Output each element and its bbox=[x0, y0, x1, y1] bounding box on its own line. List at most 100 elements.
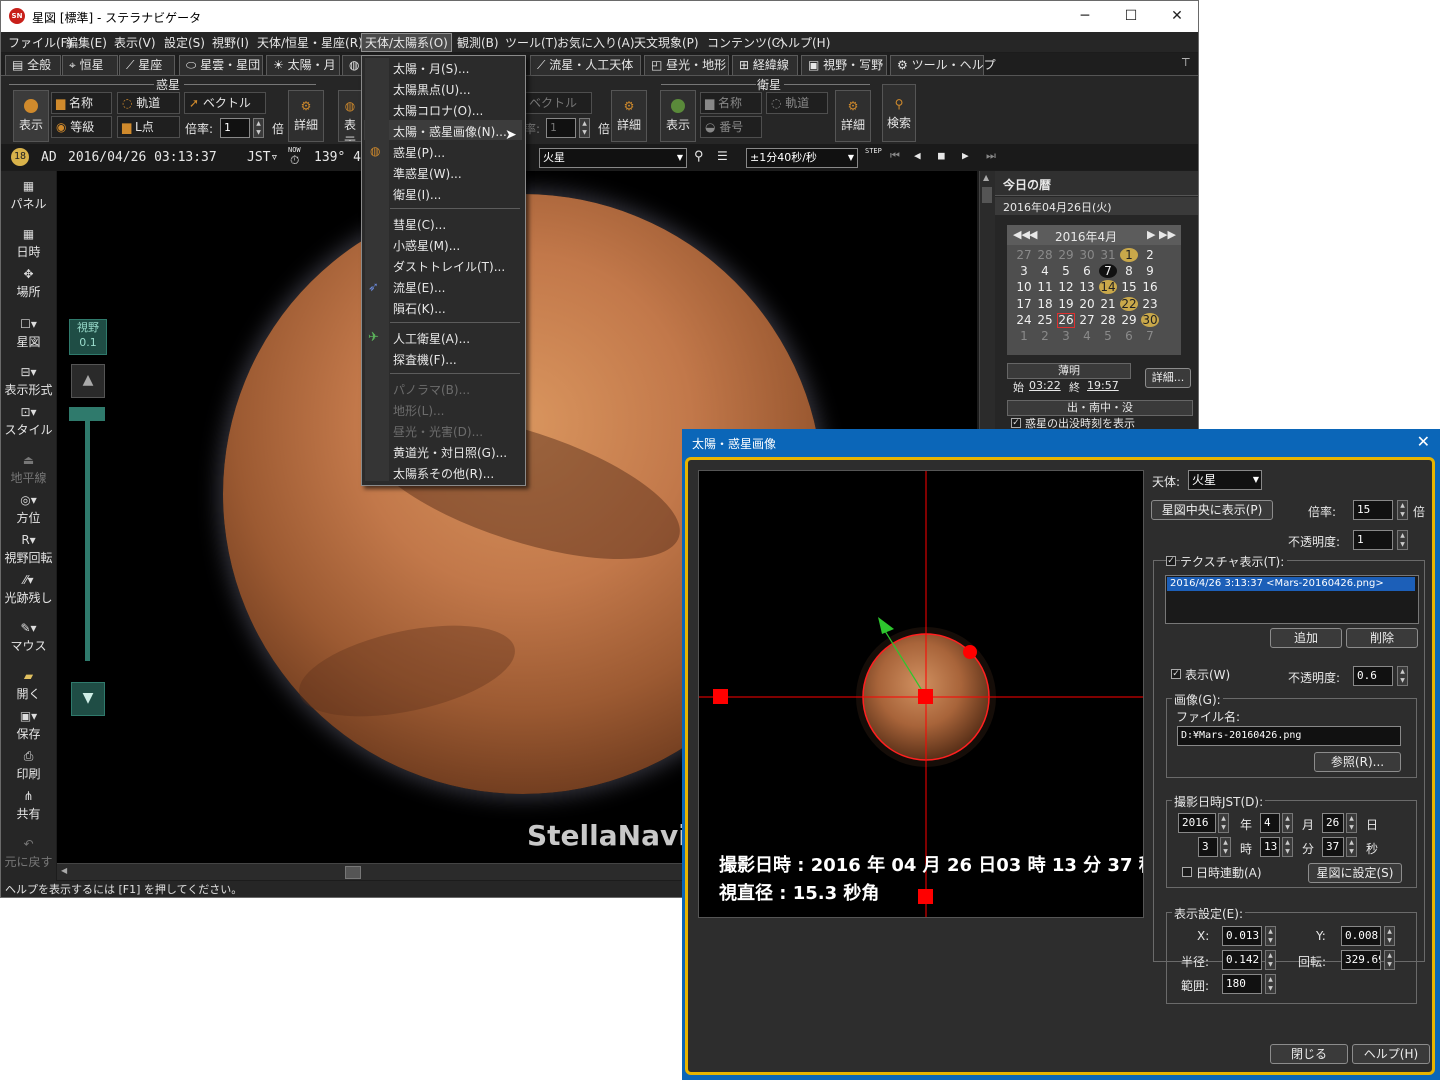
rotation-spinner[interactable]: ▲ ▼ bbox=[1384, 950, 1395, 970]
menu-item[interactable]: 隕石(K)... bbox=[393, 300, 446, 317]
calendar-day[interactable]: 1 bbox=[1120, 248, 1138, 262]
sidebar-item-panel[interactable]: ▦ パネル bbox=[1, 179, 56, 212]
dialog-help-button[interactable]: ヘルプ(H) bbox=[1352, 1044, 1430, 1064]
step-back-icon[interactable]: ◀ bbox=[914, 149, 921, 162]
x-input[interactable]: 0.013 bbox=[1222, 926, 1262, 946]
second-spinner[interactable]: ▲ ▼ bbox=[1346, 837, 1357, 857]
speed-select[interactable]: ±1分40秒/秒 ▼ bbox=[746, 148, 858, 168]
texture-checkbox[interactable]: ✓ bbox=[1166, 556, 1176, 566]
satellite-show-button[interactable]: 表示 bbox=[660, 90, 696, 142]
calendar-day[interactable]: 6 bbox=[1078, 264, 1096, 278]
planet-show-button[interactable]: 表示 bbox=[13, 90, 49, 142]
menu-tools[interactable]: ツール(T) bbox=[505, 34, 558, 51]
radius-input[interactable]: 0.142 bbox=[1222, 950, 1262, 970]
sidebar-item-rotation[interactable]: R▾ 視野回転 bbox=[1, 533, 56, 566]
calendar-day[interactable]: 16 bbox=[1141, 280, 1159, 294]
calendar-day[interactable]: 23 bbox=[1141, 297, 1159, 311]
zoom-slider-track[interactable] bbox=[85, 419, 90, 661]
skip-forward-icon[interactable]: ⏭ bbox=[986, 149, 996, 163]
step-label[interactable]: STEP bbox=[865, 147, 882, 155]
center-handle[interactable] bbox=[918, 689, 933, 704]
dwarf-show-button[interactable]: ◍ 表示 bbox=[338, 90, 362, 142]
timezone-selector[interactable]: JST▿ bbox=[247, 150, 278, 165]
calendar-day[interactable]: 27 bbox=[1015, 248, 1033, 262]
menu-item[interactable]: 地形(L)... bbox=[393, 402, 445, 419]
sidebar-item-style[interactable]: ⊡▾ スタイル bbox=[1, 405, 56, 438]
menu-field[interactable]: 視野(I) bbox=[212, 34, 249, 51]
calendar-day[interactable]: 11 bbox=[1036, 280, 1054, 294]
skip-back-icon[interactable]: ⏮ bbox=[890, 149, 900, 163]
planet-vector-button[interactable]: ➚ ベクトル bbox=[184, 92, 266, 114]
menu-edit[interactable]: 編集(E) bbox=[66, 34, 107, 51]
second-input[interactable]: 37 bbox=[1322, 837, 1344, 857]
tab-solar-system[interactable]: ◍ bbox=[342, 55, 362, 75]
center-on-map-button[interactable]: 星図中央に表示(P) bbox=[1151, 500, 1273, 520]
calendar-day[interactable]: 17 bbox=[1015, 297, 1033, 311]
menu-stars-constellations[interactable]: 天体/恒星・星座(R) bbox=[257, 34, 363, 51]
calendar-day[interactable]: 8 bbox=[1120, 264, 1138, 278]
menu-item[interactable]: 衛星(I)... bbox=[393, 186, 441, 203]
tab-general[interactable]: ▤ 全般 bbox=[5, 55, 61, 75]
show-opacity-spinner[interactable]: ▲ ▼ bbox=[1397, 666, 1408, 686]
rotation-handle[interactable] bbox=[963, 645, 977, 659]
menu-settings[interactable]: 設定(S) bbox=[164, 34, 205, 51]
tab-nebulae[interactable]: ⬭ 星雲・星団 bbox=[179, 55, 263, 75]
menu-item[interactable]: 探査機(F)... bbox=[393, 351, 457, 368]
zoom-in-button[interactable]: ▲ bbox=[71, 364, 105, 398]
opacity-spinner[interactable]: ▲ ▼ bbox=[1397, 530, 1408, 550]
filename-input[interactable]: D:¥Mars-20160426.png bbox=[1177, 726, 1401, 746]
image-preview[interactable]: 撮影日時 : 2016 年 04 月 26 日03 時 13 分 37 秒 視直… bbox=[698, 470, 1144, 918]
tab-stars[interactable]: ⌖ 恒星 bbox=[62, 55, 118, 75]
zoom-out-button[interactable]: ▼ bbox=[71, 682, 105, 716]
rise-set-checkbox[interactable]: ✓ bbox=[1011, 418, 1021, 428]
dialog-close-button[interactable]: 閉じる bbox=[1270, 1044, 1348, 1064]
calendar-day[interactable]: 30 bbox=[1141, 312, 1159, 327]
calendar-day[interactable]: 21 bbox=[1099, 297, 1117, 311]
satellite-orbit-button[interactable]: ◌ 軌道 bbox=[766, 92, 828, 114]
next-year-icon[interactable]: ▶▶ bbox=[1159, 228, 1176, 241]
menu-file[interactable]: ファイル(F) bbox=[8, 34, 72, 51]
planet-magnitude-button[interactable]: ◉ 等級 bbox=[51, 116, 112, 138]
menu-item[interactable]: 黄道光・対日照(G)... bbox=[393, 444, 507, 461]
calendar-day[interactable]: 29 bbox=[1057, 248, 1075, 262]
menu-item[interactable]: 太陽・惑星画像(N)... bbox=[393, 123, 507, 140]
dialog-magnification-input[interactable]: 15 bbox=[1353, 500, 1393, 520]
calendar-day[interactable]: 5 bbox=[1099, 329, 1117, 343]
menu-item[interactable]: 流星(E)... bbox=[393, 279, 445, 296]
menu-help[interactable]: ヘルプ(H) bbox=[776, 34, 830, 51]
pin-icon[interactable]: ⊤ bbox=[1181, 56, 1191, 69]
calendar-day[interactable]: 29 bbox=[1120, 313, 1138, 327]
texture-list-item[interactable]: 2016/4/26 3:13:37 <Mars-20160426.png> bbox=[1167, 577, 1415, 591]
add-button[interactable]: 追加 bbox=[1270, 628, 1342, 648]
calendar-day[interactable]: 19 bbox=[1057, 297, 1075, 311]
sidebar-item-starmap[interactable]: ☐▾ 星図 bbox=[1, 317, 56, 350]
calendar-day[interactable]: 20 bbox=[1078, 297, 1096, 311]
menu-item[interactable]: 小惑星(M)... bbox=[393, 237, 460, 254]
calendar-day[interactable]: 30 bbox=[1078, 248, 1096, 262]
satellite-detail-button[interactable]: ⚙ 詳細 bbox=[835, 90, 871, 142]
sidebar-item-datetime[interactable]: ▦ 日時 bbox=[1, 227, 56, 260]
dwarf-mag-input[interactable]: 1 bbox=[546, 118, 576, 138]
scroll-up-icon[interactable]: ▲ bbox=[983, 173, 989, 182]
sidebar-item-direction[interactable]: ◎▾ 方位 bbox=[1, 493, 56, 526]
tab-gridlines[interactable]: ⊞ 経緯線 bbox=[732, 55, 798, 75]
y-spinner[interactable]: ▲ ▼ bbox=[1384, 926, 1395, 946]
menu-item[interactable]: 惑星(P)... bbox=[393, 144, 445, 161]
minute-spinner[interactable]: ▲ ▼ bbox=[1282, 837, 1293, 857]
scrollbar-thumb[interactable] bbox=[982, 187, 992, 203]
sidebar-item-location[interactable]: ✥ 場所 bbox=[1, 267, 56, 300]
satellite-name-button[interactable]: ▆ 名称 bbox=[700, 92, 762, 114]
vector-arrowhead[interactable] bbox=[878, 617, 894, 634]
planet-orbit-button[interactable]: ◌ 軌道 bbox=[117, 92, 180, 114]
clock-icon[interactable]: ⏱ bbox=[290, 153, 299, 168]
calendar-day[interactable]: 7 bbox=[1141, 329, 1159, 343]
calendar-day[interactable]: 25 bbox=[1036, 313, 1054, 327]
menu-solar-system[interactable]: 天体/太陽系(O) bbox=[361, 33, 452, 52]
calendar-day[interactable]: 5 bbox=[1057, 264, 1075, 278]
sidebar-item-horizon[interactable]: ⏏ 地平線 bbox=[1, 453, 56, 486]
calendar-day[interactable]: 26 bbox=[1057, 312, 1075, 328]
calendar-day[interactable]: 13 bbox=[1078, 280, 1096, 294]
menu-item[interactable]: 昼光・光害(D)... bbox=[393, 423, 483, 440]
menu-item[interactable]: 太陽黒点(U)... bbox=[393, 81, 471, 98]
calendar-detail-button[interactable]: 詳細... bbox=[1145, 368, 1191, 388]
